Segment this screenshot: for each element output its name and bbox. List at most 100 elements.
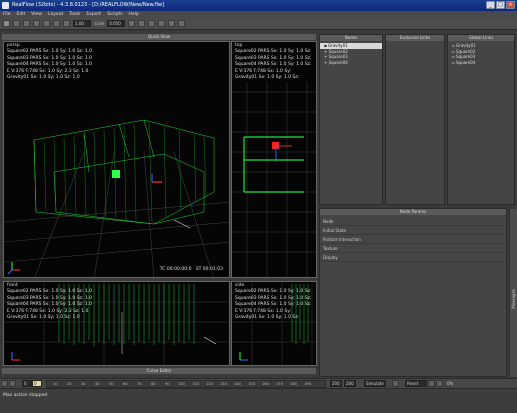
- menu-export[interactable]: Export: [86, 11, 101, 18]
- tick-label: 70: [137, 381, 142, 386]
- viewport-stats: Square02 PARS Sx: 1.0 Sy: 1.0 Sz: 1.0 Sq…: [7, 289, 92, 322]
- start-frame-field[interactable]: 0: [22, 380, 32, 387]
- menu-view[interactable]: View: [31, 11, 42, 18]
- status-bar: Max action stopped: [0, 388, 517, 413]
- side-tab-label: Messages: [511, 289, 516, 309]
- play-icon[interactable]: [128, 20, 136, 27]
- messages-side-tab[interactable]: Messages: [509, 209, 517, 377]
- close-button[interactable]: ×: [506, 1, 515, 9]
- camera-icon[interactable]: [158, 20, 166, 27]
- max-frame-field[interactable]: 200: [344, 380, 356, 387]
- daemon-icon[interactable]: [53, 20, 60, 27]
- menu-edit[interactable]: Edit: [17, 11, 26, 18]
- tick-label: 50: [109, 381, 114, 386]
- reset-button[interactable]: Reset: [405, 380, 427, 387]
- persp-axis-icon: [7, 262, 20, 275]
- select-tool-icon[interactable]: [3, 20, 10, 27]
- toolbar-field[interactable]: 1.00: [73, 20, 91, 27]
- curve-editor-header[interactable]: Curve Editor: [2, 368, 316, 374]
- viewport-label: front: [7, 283, 18, 288]
- timeline-ruler[interactable]: 10 20 30 40 50 60 70 80 90 100 110 120 1…: [46, 379, 326, 388]
- nodes-panel: Nodes ▪ Gravity01 + Square02 + Square03 …: [319, 34, 383, 205]
- help-icon[interactable]: [178, 20, 186, 27]
- status-message: Max action stopped: [3, 393, 48, 398]
- scale-tool-icon[interactable]: [33, 20, 40, 27]
- stat-line: Gravity01 Sx: 1.0 Sy: 1.0 Sz:: [235, 75, 300, 80]
- viewport-stats: Square02 PARS Sx: 1.0 Sy: 1.0 Sz: Square…: [235, 289, 311, 322]
- stat-line: Gravity01 Sx: 1.0 Sy: 1.0 Sz:: [235, 315, 300, 320]
- section-initial-state[interactable]: Initial State: [320, 226, 506, 235]
- simulate-dropdown[interactable]: Simulate: [364, 380, 386, 387]
- list-item[interactable]: ▫ Square04: [448, 60, 514, 66]
- section-display[interactable]: Display: [320, 253, 506, 262]
- stop-icon[interactable]: [138, 20, 146, 27]
- scale-input[interactable]: 0.050: [107, 20, 126, 27]
- front-axis-icon: [11, 352, 20, 361]
- viewport-side[interactable]: side Square02 PARS Sx: 1.0 Sy: 1.0 Sz: S…: [231, 281, 317, 366]
- stat-line: Square04 PARS Sx: 1.0 Sy: 1.0 Sz: 1.0: [7, 302, 93, 307]
- quick-view-header: Quick View: [2, 34, 316, 40]
- emitter-icon[interactable]: [43, 20, 50, 27]
- stat-line: Square04 PARS Sx: 1.0 Sy: 1.0 Sz:: [235, 302, 312, 307]
- menu-help[interactable]: Help: [128, 11, 138, 18]
- viewport-label: top: [235, 43, 243, 48]
- toolbar: 1.00 scale 0.050: [0, 18, 517, 30]
- move-tool-icon[interactable]: [13, 20, 20, 27]
- options-icon[interactable]: [436, 380, 443, 387]
- stat-line: Gravity01 Sx: 1.0 Sy: 1.0 Sz: 1.0: [7, 315, 80, 320]
- tick-label: 100: [178, 381, 185, 386]
- play-simulation-icon[interactable]: [392, 380, 399, 387]
- node-params-panel: Node Params Node Initial State Particle …: [319, 208, 507, 377]
- exclusive-links-header: Exclusive Links: [386, 35, 444, 41]
- tick-label: 80: [151, 381, 156, 386]
- render-icon[interactable]: [168, 20, 176, 27]
- nodes-header: Nodes: [320, 35, 382, 41]
- viewport-persp[interactable]: persp Square02 PARS Sx: 1.0 Sy: 1.0 Sz: …: [3, 41, 230, 278]
- current-frame-field[interactable]: 0: [32, 380, 42, 387]
- tick-label: 30: [81, 381, 86, 386]
- timeline-bar: 0 0 10 20 30 40 50 60 70 80 90 100 110 1…: [0, 378, 517, 388]
- tick-label: 130: [220, 381, 227, 386]
- global-links-header: Global Links: [448, 35, 514, 41]
- prev-frame-icon[interactable]: [9, 380, 16, 387]
- timecode: TC 00:00:00:0 ST 00:01:03: [159, 267, 223, 272]
- maximize-button[interactable]: □: [496, 1, 505, 9]
- app-icon: [2, 2, 9, 9]
- go-start-icon[interactable]: [1, 380, 8, 387]
- camera-toggle-icon[interactable]: [428, 380, 435, 387]
- exclusive-links-panel: Exclusive Links: [385, 34, 445, 205]
- tick-label: 60: [123, 381, 128, 386]
- scale-label: scale: [94, 21, 105, 26]
- stat-line: Gravity01 Sx: 1.0 Sy: 1.0 Sz: 1.0: [7, 75, 80, 80]
- persp-gravity-marker: [112, 170, 120, 178]
- viewport-stats: Square02 PARS Sx: 1.0 Sy: 1.0 Sz: Square…: [235, 49, 311, 82]
- tick-label: 180: [290, 381, 297, 386]
- persp-hatch: [43, 121, 207, 223]
- viewport-stats: Square02 PARS Sx: 1.0 Sy: 1.0 Sz: 1.0 Sq…: [7, 49, 92, 82]
- title-bar: RealFlow (32bits) - 4.3.8.0123 - [D:/REA…: [0, 0, 517, 11]
- section-particle-interaction[interactable]: Particle Interaction: [320, 235, 506, 244]
- stat-line: Square02 PARS Sx: 1.0 Sy: 1.0 Sz: 1.0: [7, 49, 93, 54]
- node-params-sections: Node Initial State Particle Interaction …: [320, 217, 506, 262]
- menu-file[interactable]: File: [3, 11, 11, 18]
- section-texture[interactable]: Texture: [320, 244, 506, 253]
- global-links-list: ▫ Gravity01 ▫ Square02 ▫ Square03 ▫ Squa…: [448, 43, 514, 65]
- viewport-top[interactable]: top Square02 PARS Sx: 1.0 Sy: 1.0 Sz: Sq…: [231, 41, 317, 278]
- section-node[interactable]: Node: [320, 217, 506, 226]
- minimize-button[interactable]: _: [486, 1, 495, 9]
- menu-tools[interactable]: Tools: [69, 11, 80, 18]
- end-frame-field[interactable]: 200: [330, 380, 342, 387]
- menu-layout[interactable]: Layout: [48, 11, 63, 18]
- stat-line: Square02 PARS Sx: 1.0 Sy: 1.0 Sz: 1.0: [7, 289, 93, 294]
- light-icon[interactable]: [148, 20, 156, 27]
- viewport-front[interactable]: front Square02 PARS Sx: 1.0 Sy: 1.0 Sz: …: [3, 281, 230, 366]
- tick-label: 40: [95, 381, 100, 386]
- window-title: RealFlow (32bits) - 4.3.8.0123 - [D:/REA…: [12, 2, 165, 8]
- list-item[interactable]: + Square04: [320, 60, 382, 66]
- tick-label: 20: [67, 381, 72, 386]
- rotate-tool-icon[interactable]: [23, 20, 30, 27]
- menu-scripts[interactable]: Scripts: [107, 11, 122, 18]
- side-axis-icon: [239, 352, 248, 361]
- progress-percent: 0%: [447, 381, 454, 386]
- object-icon[interactable]: [63, 20, 70, 27]
